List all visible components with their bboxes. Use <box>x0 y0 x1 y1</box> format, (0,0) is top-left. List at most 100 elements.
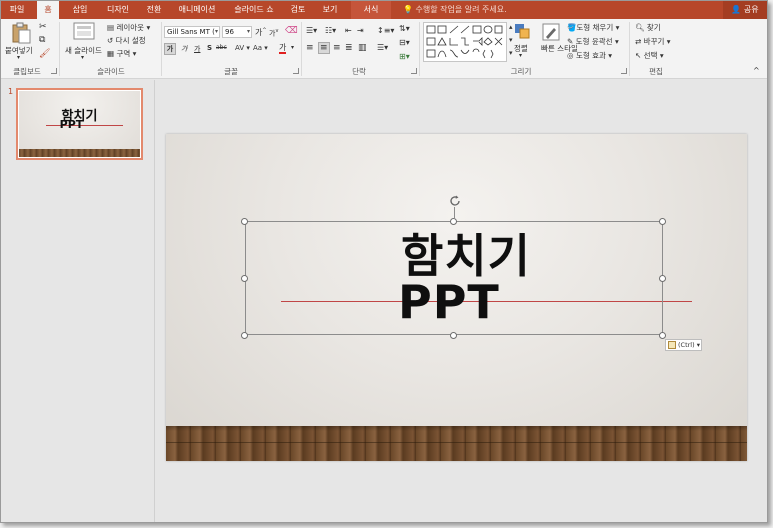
font-color-label: 가 <box>279 43 287 52</box>
paragraph-launcher-icon[interactable] <box>411 68 417 74</box>
find-button[interactable]: 🔍︎ 찾기 <box>635 22 661 33</box>
tab-design[interactable]: 디자인 <box>101 1 135 19</box>
change-case-button[interactable]: Aa ▾ <box>253 44 268 52</box>
font-color-button[interactable]: 가 <box>279 43 287 54</box>
resize-handle-top-right[interactable] <box>659 218 666 225</box>
collapse-ribbon-icon[interactable]: ^ <box>753 66 760 75</box>
share-label: 공유 <box>743 5 759 14</box>
strikethrough-button[interactable]: abc <box>216 44 227 51</box>
text-selection-frame[interactable] <box>245 221 663 335</box>
font-size-value: 96 <box>225 28 234 36</box>
font-color-dropdown-icon[interactable]: ▾ <box>291 44 294 51</box>
shapes-gallery[interactable] <box>423 22 507 62</box>
pencil-icon: ✎ <box>567 37 576 46</box>
columns-dropdown-icon[interactable]: ☰▾ <box>377 43 388 52</box>
tab-transitions[interactable]: 전환 <box>139 1 169 19</box>
find-label: 찾기 <box>646 23 661 32</box>
bold-button[interactable]: 가 <box>164 43 176 55</box>
resize-handle-top-left[interactable] <box>241 218 248 225</box>
resize-handle-left[interactable] <box>241 275 248 282</box>
align-left-icon[interactable]: ≡ <box>306 43 314 53</box>
grow-font-button[interactable]: 가^ <box>255 27 267 38</box>
shape-fill-label: 도형 채우기 <box>576 23 614 32</box>
paint-bucket-icon: 🪣 <box>567 23 577 32</box>
tab-format[interactable]: 서식 <box>351 1 391 19</box>
align-text-icon[interactable]: ⊟▾ <box>399 38 410 47</box>
font-name-combo[interactable]: Gill Sans MT (▾ <box>164 26 220 38</box>
line-spacing-icon[interactable]: ↕≡▾ <box>377 26 394 35</box>
tab-animations[interactable]: 애니메이션 <box>173 1 221 19</box>
align-center-icon[interactable]: ≡ <box>318 42 330 54</box>
ribbon-tab-bar: 파일 홈 삽입 디자인 전환 애니메이션 슬라이드 쇼 검토 보기 서식 💡 수… <box>1 1 767 19</box>
resize-handle-bottom-right[interactable] <box>659 332 666 339</box>
decrease-indent-icon[interactable]: ⇤ <box>345 26 352 35</box>
resize-handle-bottom-left[interactable] <box>241 332 248 339</box>
shrink-font-button[interactable]: 가v <box>269 28 278 38</box>
resize-handle-right[interactable] <box>659 275 666 282</box>
resize-handle-bottom[interactable] <box>450 332 457 339</box>
thumbnail-floor <box>19 149 140 157</box>
change-case-label: Aa <box>253 44 263 52</box>
tab-insert[interactable]: 삽입 <box>63 1 97 19</box>
shape-outline-button[interactable]: ✎ 도형 윤곽선 ▾ <box>567 36 619 47</box>
rotate-stem <box>454 207 455 219</box>
tab-home[interactable]: 홈 <box>37 1 59 19</box>
gallery-more-icon[interactable]: ▾ <box>509 49 513 57</box>
thumbnail-subtitle: PPT <box>59 118 84 131</box>
shape-effects-button[interactable]: ◎ 도형 효과 ▾ <box>567 50 612 61</box>
font-launcher-icon[interactable] <box>293 68 299 74</box>
drawing-launcher-icon[interactable] <box>621 68 627 74</box>
gallery-scroll-down-icon[interactable]: ▾ <box>509 36 513 44</box>
reset-button[interactable]: ↺ 다시 설정 <box>107 35 146 46</box>
tab-review[interactable]: 검토 <box>285 1 311 19</box>
replace-button[interactable]: ⇄ 바꾸기 ▾ <box>635 36 671 47</box>
select-button[interactable]: ↖ 선택 ▾ <box>635 50 664 61</box>
tab-view[interactable]: 보기 <box>317 1 343 19</box>
slide-thumbnail-pane: 1 함치기 PPT <box>1 80 155 522</box>
new-slide-dropdown-icon[interactable]: ▾ <box>81 54 84 61</box>
slide-thumbnail-1[interactable]: 함치기 PPT <box>16 88 143 160</box>
underline-button[interactable]: 가 <box>194 44 200 54</box>
spacing-icon[interactable]: AV ▾ <box>235 44 250 52</box>
numbering-icon[interactable]: ☷▾ <box>325 26 336 35</box>
lightbulb-icon: 💡 <box>403 5 416 14</box>
group-divider <box>629 22 630 76</box>
tell-me-box[interactable]: 💡 수행할 작업을 알려 주세요. <box>403 1 507 19</box>
justify-icon[interactable]: ≣ <box>345 43 353 53</box>
wood-floor-decoration <box>166 426 747 461</box>
editing-group-label: 편집 <box>649 67 663 76</box>
arrange-icon[interactable] <box>514 23 530 39</box>
section-button[interactable]: ▦ 구역 ▾ <box>107 48 136 59</box>
resize-handle-top[interactable] <box>450 218 457 225</box>
cut-icon[interactable]: ✂ <box>39 22 47 32</box>
quick-styles-icon[interactable] <box>542 23 560 41</box>
bullets-icon[interactable]: ☰▾ <box>306 26 317 35</box>
smartart-icon[interactable]: ⊞▾ <box>399 52 410 61</box>
tell-me-text: 수행할 작업을 알려 주세요. <box>415 5 507 14</box>
text-direction-icon[interactable]: ⇅▾ <box>399 24 410 33</box>
tab-file[interactable]: 파일 <box>1 1 33 19</box>
rotate-handle-icon[interactable] <box>449 195 461 207</box>
new-slide-icon[interactable] <box>73 22 95 42</box>
format-painter-icon[interactable]: 🖌 <box>39 49 50 59</box>
paste-options-button[interactable]: (Ctrl) ▾ <box>665 339 702 351</box>
gallery-scroll-up-icon[interactable]: ▴ <box>509 23 513 31</box>
arrange-dropdown-icon[interactable]: ▾ <box>519 52 522 59</box>
effects-icon: ◎ <box>567 51 576 60</box>
shape-fill-button[interactable]: 🪣도형 채우기 ▾ <box>567 22 619 33</box>
clear-format-icon[interactable]: ⌫ <box>285 26 298 36</box>
share-button[interactable]: 👤 공유 <box>723 1 767 19</box>
paste-icon[interactable] <box>11 22 31 44</box>
italic-button[interactable]: 가 <box>181 44 187 54</box>
align-right-icon[interactable]: ≡ <box>333 43 341 53</box>
font-size-combo[interactable]: 96 ▾ <box>222 26 252 38</box>
tab-slideshow[interactable]: 슬라이드 쇼 <box>227 1 281 19</box>
copy-icon[interactable]: ⧉ <box>39 35 45 45</box>
clipboard-launcher-icon[interactable] <box>51 68 57 74</box>
columns-icon[interactable]: ▥ <box>358 43 367 53</box>
layout-button[interactable]: ▤ 레이아웃 ▾ <box>107 22 150 33</box>
paragraph-group-label: 단락 <box>352 67 366 76</box>
paste-dropdown-icon[interactable]: ▾ <box>17 54 20 61</box>
increase-indent-icon[interactable]: ⇥ <box>357 26 364 35</box>
shadow-button[interactable]: S <box>207 44 212 52</box>
